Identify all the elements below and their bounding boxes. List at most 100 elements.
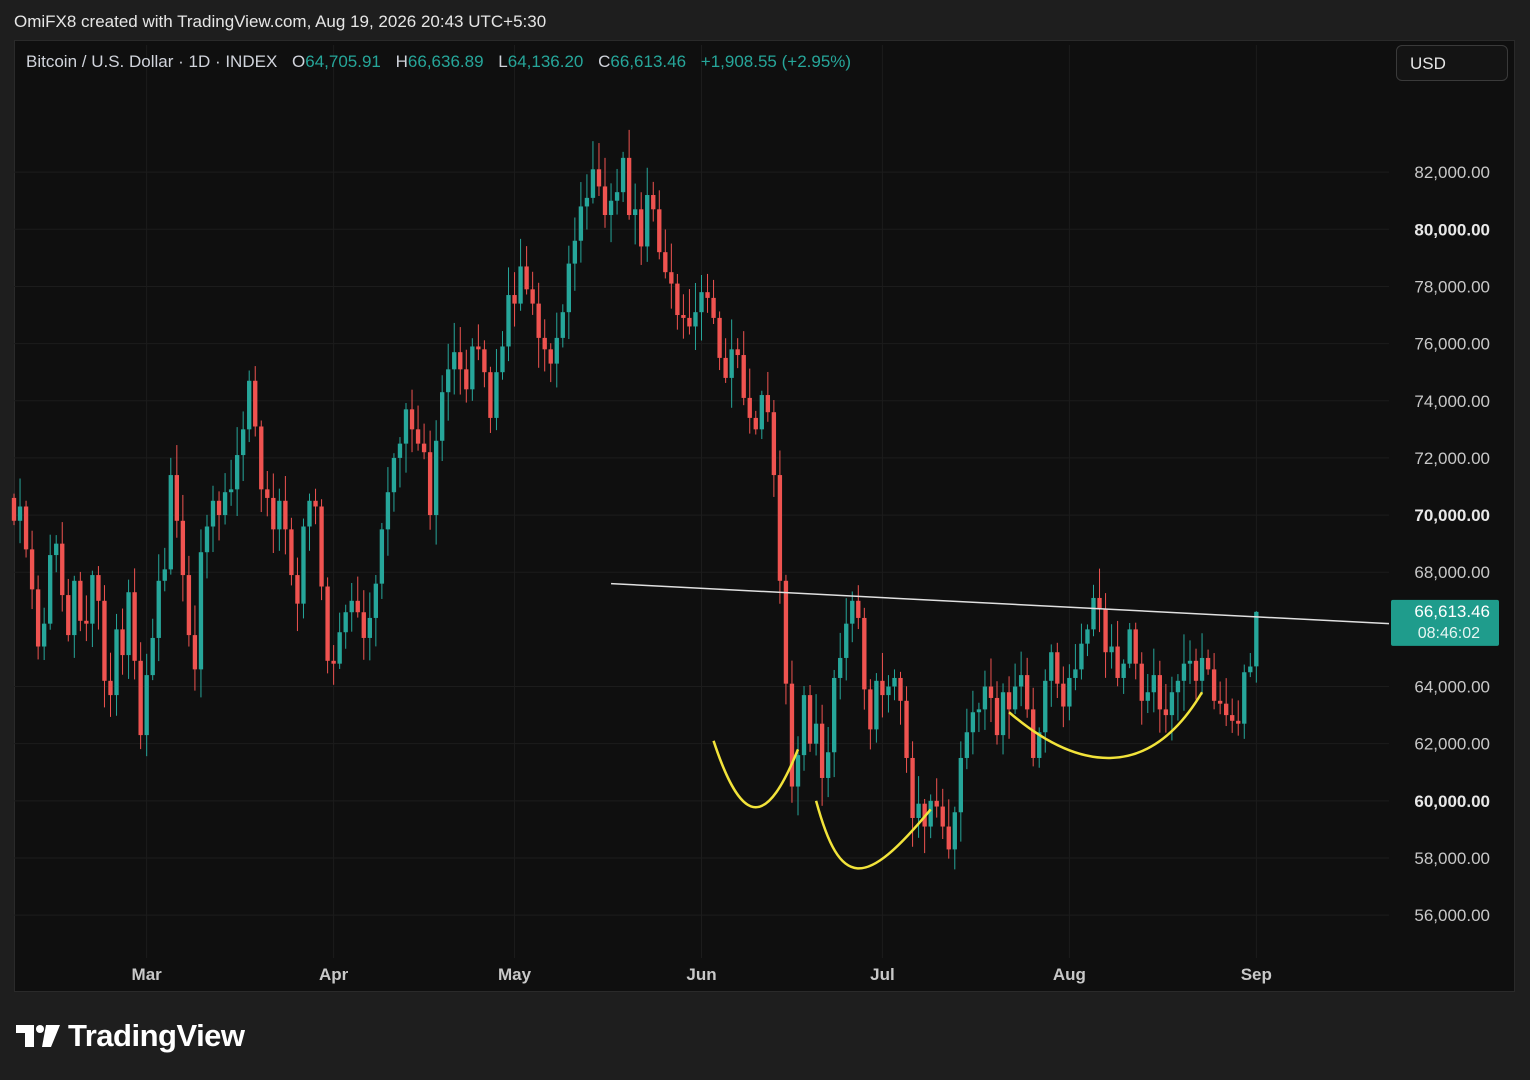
symbol-legend: Bitcoin / U.S. Dollar · 1D · INDEX O64,7…: [26, 52, 851, 72]
candle-body: [663, 252, 668, 273]
candle-body: [409, 409, 415, 430]
candle-body: [795, 755, 801, 787]
candle-body: [1211, 669, 1217, 701]
candle-body: [735, 349, 740, 356]
candle-body: [608, 200, 614, 216]
candle-body: [874, 680, 879, 730]
candle-body: [397, 443, 403, 458]
currency-button[interactable]: USD: [1396, 45, 1508, 81]
candle-body: [868, 689, 873, 730]
candle-body: [988, 686, 994, 698]
candle-body: [1018, 675, 1024, 687]
candle-body: [578, 206, 584, 241]
high-label: H: [395, 52, 408, 71]
candle-body: [265, 489, 270, 498]
candle-body: [759, 395, 764, 430]
candle-body: [524, 266, 529, 290]
candle-body: [126, 592, 131, 656]
candle-body: [482, 349, 487, 373]
candle-body: [192, 635, 198, 670]
candle-body: [488, 372, 493, 418]
candle-body: [174, 475, 179, 521]
candle-body: [1181, 663, 1187, 681]
candle-body: [283, 500, 288, 530]
candle-body: [23, 506, 29, 550]
candle-body: [1254, 611, 1259, 667]
candle-body: [204, 526, 210, 553]
candle-body: [120, 629, 125, 656]
last-price-label: 66,613.46: [1414, 602, 1490, 621]
candle-body: [277, 500, 282, 530]
candle-body: [458, 352, 463, 370]
candle-body: [1049, 652, 1054, 681]
candle-body: [60, 543, 65, 596]
candle-body: [301, 526, 306, 604]
candle-body: [1091, 597, 1096, 630]
candle-body: [982, 686, 988, 710]
candle-body: [723, 357, 728, 378]
price-tick-label: 70,000.00: [1414, 506, 1490, 525]
candle-body: [1043, 680, 1048, 733]
candle-body: [1024, 675, 1030, 710]
symbol-title[interactable]: Bitcoin / U.S. Dollar · 1D · INDEX: [26, 52, 277, 71]
time-axis: Mar Apr May Jun Jul Aug Sep: [132, 965, 1272, 984]
candle-body: [1000, 692, 1006, 736]
candle-body: [247, 380, 252, 430]
close-value: 66,613.46: [610, 52, 687, 71]
candle-body: [494, 372, 499, 418]
candle-body: [433, 440, 439, 516]
candle-body: [1067, 677, 1072, 707]
candle-body: [90, 575, 95, 624]
candle-body: [584, 197, 590, 207]
time-tick-label: Jun: [686, 965, 716, 984]
candle-body: [1085, 629, 1090, 644]
price-axis: 82,000.00 80,000.00 78,000.00 76,000.00 74,0…: [1414, 163, 1490, 925]
candle-body: [1163, 709, 1169, 716]
candle-body: [210, 500, 216, 527]
candle-body: [295, 575, 300, 604]
candle-body: [1061, 683, 1066, 707]
candle-body: [566, 263, 571, 313]
candle-body: [1097, 597, 1102, 610]
candle-body: [108, 680, 113, 696]
candle-body: [373, 583, 379, 618]
candle-body: [548, 349, 553, 364]
candle-body: [114, 629, 119, 696]
time-tick-label: Jul: [870, 965, 895, 984]
candle-body: [1169, 692, 1175, 716]
candle-body: [862, 617, 867, 690]
candle-body: [940, 806, 945, 827]
change-value: +1,908.55 (+2.95%): [700, 52, 852, 71]
candle-body: [78, 580, 83, 621]
candle-body: [1175, 680, 1181, 693]
price-tick-label: 72,000.00: [1414, 449, 1490, 468]
candle-body: [657, 209, 662, 253]
candle-body: [1103, 609, 1108, 653]
candle-body: [198, 552, 204, 670]
candle-body: [602, 186, 608, 216]
candle-body: [228, 489, 234, 493]
left-shoulder-curve: [712, 740, 800, 809]
candle-body: [319, 506, 324, 587]
price-tick-label: 68,000.00: [1414, 563, 1490, 582]
candle-body: [632, 209, 638, 216]
candle-body: [639, 209, 644, 247]
candle-body: [898, 677, 903, 701]
candle-body: [355, 600, 360, 613]
tradingview-logo[interactable]: TradingView: [16, 1018, 245, 1054]
candle-body: [946, 826, 951, 850]
candle-body: [645, 195, 650, 247]
candle-body: [856, 600, 861, 618]
candles: [11, 129, 1259, 870]
candle-body: [403, 409, 409, 444]
candle-body: [379, 529, 385, 584]
candle-body: [313, 500, 318, 507]
candle-body: [349, 600, 354, 613]
candle-body: [729, 349, 734, 378]
price-tick-label: 64,000.00: [1414, 678, 1490, 697]
time-tick-label: Mar: [132, 965, 163, 984]
price-tick-label: 78,000.00: [1414, 277, 1490, 296]
candle-body: [614, 192, 620, 201]
candle-body: [819, 723, 825, 778]
candle-body: [1115, 646, 1120, 678]
